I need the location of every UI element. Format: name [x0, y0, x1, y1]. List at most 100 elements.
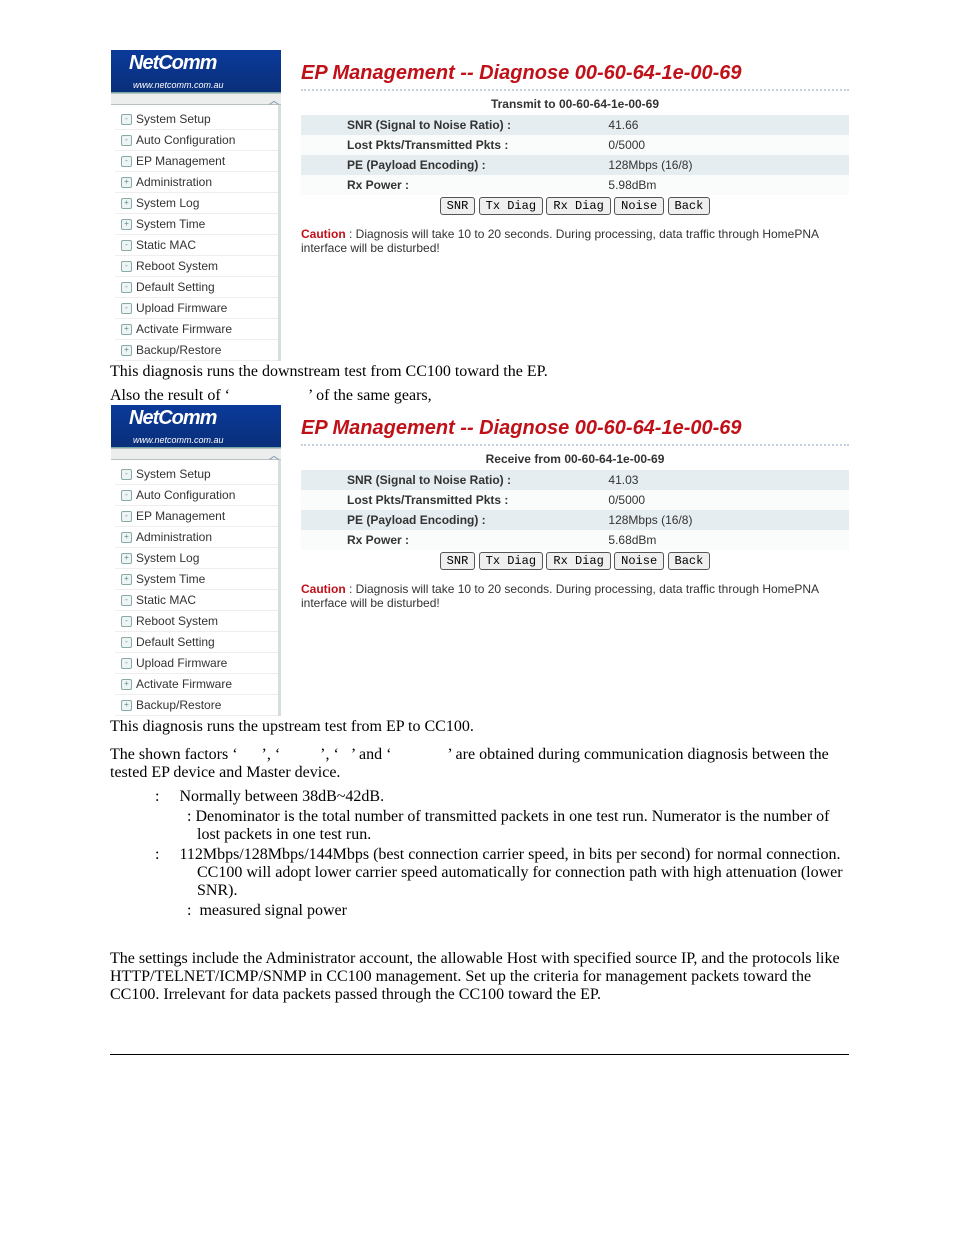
sidebar-item-ep-management[interactable]: -EP Management: [115, 506, 278, 527]
bullet-icon: -: [121, 240, 132, 251]
bullet-icon: -: [121, 114, 132, 125]
stat-key: Lost Pkts/Transmitted Pkts :: [301, 135, 602, 155]
sidebar-item-label: Default Setting: [136, 280, 215, 294]
snr-button[interactable]: SNR: [440, 552, 476, 570]
table-row: PE (Payload Encoding) :128Mbps (16/8): [301, 510, 849, 530]
sidebar-item-label: System Log: [136, 196, 199, 210]
noise-button[interactable]: Noise: [614, 197, 664, 215]
sidebar-item-administration[interactable]: + Administration: [115, 172, 278, 193]
stats-table: SNR (Signal to Noise Ratio) :41.03Lost P…: [301, 470, 849, 550]
bullet-icon: -: [121, 490, 132, 501]
sidebar-item-reboot-system[interactable]: -Reboot System: [115, 611, 278, 632]
desc-upstream: This diagnosis runs the upstream test fr…: [110, 718, 849, 736]
sidebar-item-label: Upload Firmware: [136, 656, 227, 670]
sidebar-item-system-log[interactable]: + System Log: [115, 548, 278, 569]
sidebar-item-system-setup[interactable]: -System Setup: [115, 109, 278, 130]
def-rxpower: : measured signal power: [155, 902, 849, 920]
sidebar-item-label: Auto Configuration: [136, 133, 235, 147]
bullet-icon: +: [121, 679, 132, 690]
sidebar-item-label: Upload Firmware: [136, 301, 227, 315]
stat-key: Rx Power :: [301, 175, 602, 195]
sidebar-item-backup-restore[interactable]: +Backup/Restore: [115, 695, 278, 716]
table-row: Rx Power :5.68dBm: [301, 530, 849, 550]
table-row: Rx Power :5.98dBm: [301, 175, 849, 195]
def-snr: : Normally between 38dB~42dB.: [155, 788, 849, 806]
table-row: Lost Pkts/Transmitted Pkts :0/5000: [301, 490, 849, 510]
noise-button[interactable]: Noise: [614, 552, 664, 570]
table-title: Transmit to 00-60-64-1e-00-69: [301, 97, 849, 111]
sidebar-item-upload-firmware[interactable]: -Upload Firmware: [115, 298, 278, 319]
sidebar-scroll[interactable]: ︿: [111, 448, 281, 460]
caution-label: Caution: [301, 582, 346, 596]
bullet-icon: -: [121, 637, 132, 648]
stat-key: Lost Pkts/Transmitted Pkts :: [301, 490, 602, 510]
sidebar-item-upload-firmware[interactable]: -Upload Firmware: [115, 653, 278, 674]
sidebar-item-system-time[interactable]: +System Time: [115, 569, 278, 590]
caution-note: Caution : Diagnosis will take 10 to 20 s…: [301, 227, 849, 255]
stat-value: 5.68dBm: [602, 530, 849, 550]
back-button[interactable]: Back: [668, 197, 711, 215]
sidebar-item-system-setup[interactable]: -System Setup: [115, 464, 278, 485]
caution-note: Caution : Diagnosis will take 10 to 20 s…: [301, 582, 849, 610]
sidebar-item-static-mac[interactable]: -Static MAC: [115, 590, 278, 611]
brand-logo: NetComm www.netcomm.com.au: [111, 50, 281, 93]
sidebar-item-label: Administration: [136, 530, 212, 544]
page-title: EP Management -- Diagnose 00-60-64-1e-00…: [301, 62, 849, 91]
sidebar-item-label: Backup/Restore: [136, 698, 221, 712]
rxdiag-button[interactable]: Rx Diag: [546, 552, 610, 570]
sidebar-item-auto-configuration[interactable]: -Auto Configuration: [115, 130, 278, 151]
sidebar-item-label: Reboot System: [136, 614, 218, 628]
factors-intro: The shown factors ‘ ’, ‘ ’, ‘ ’ and ‘ ’ …: [110, 746, 849, 782]
sidebar-item-label: System Log: [136, 551, 199, 565]
sidebar-item-reboot-system[interactable]: -Reboot System: [115, 256, 278, 277]
bullet-icon: +: [121, 345, 132, 356]
brand-url: www.netcomm.com.au: [133, 80, 224, 90]
sidebar-item-activate-firmware[interactable]: +Activate Firmware: [115, 674, 278, 695]
stat-key: SNR (Signal to Noise Ratio) :: [301, 470, 602, 490]
rxdiag-button[interactable]: Rx Diag: [546, 197, 610, 215]
def-pe: : 112Mbps/128Mbps/144Mbps (best connecti…: [155, 846, 849, 900]
def-lostpkts: : Denominator is the total number of tra…: [155, 808, 849, 844]
stat-key: SNR (Signal to Noise Ratio) :: [301, 115, 602, 135]
sidebar-item-label: Auto Configuration: [136, 488, 235, 502]
bullet-icon: -: [121, 616, 132, 627]
sidebar-item-default-setting[interactable]: -Default Setting: [115, 632, 278, 653]
snr-button[interactable]: SNR: [440, 197, 476, 215]
bullet-icon: +: [121, 553, 132, 564]
sidebar-item-auto-configuration[interactable]: -Auto Configuration: [115, 485, 278, 506]
bullet-icon: -: [121, 303, 132, 314]
sidebar-item-backup-restore[interactable]: + Backup/Restore: [115, 340, 278, 361]
bullet-icon: -: [121, 511, 132, 522]
sidebar-item-label: Backup/Restore: [136, 343, 221, 357]
sidebar-item-system-log[interactable]: +System Log: [115, 193, 278, 214]
sidebar-item-label: System Time: [136, 217, 205, 231]
sidebar-item-ep-management[interactable]: -EP Management: [115, 151, 278, 172]
sidebar-item-label: System Time: [136, 572, 205, 586]
bullet-icon: -: [121, 469, 132, 480]
administration-paragraph: The settings include the Administrator a…: [110, 950, 849, 1004]
sidebar-item-label: Administration: [136, 175, 212, 189]
txdiag-button[interactable]: Tx Diag: [479, 552, 543, 570]
chevron-up-icon: ︿: [269, 447, 279, 462]
stats-table: SNR (Signal to Noise Ratio) :41.66Lost P…: [301, 115, 849, 195]
sidebar-item-default-setting[interactable]: -Default Setting: [115, 277, 278, 298]
bullet-icon: +: [121, 177, 132, 188]
sidebar-item-label: EP Management: [136, 154, 225, 168]
bullet-icon: -: [121, 595, 132, 606]
sidebar-item-label: Activate Firmware: [136, 322, 232, 336]
stat-key: Rx Power :: [301, 530, 602, 550]
bullet-icon: -: [121, 282, 132, 293]
sidebar-item-activate-firmware[interactable]: +Activate Firmware: [115, 319, 278, 340]
footer-rule: [110, 1054, 849, 1055]
sidebar-item-system-time[interactable]: +System Time: [115, 214, 278, 235]
txdiag-button[interactable]: Tx Diag: [479, 197, 543, 215]
table-row: SNR (Signal to Noise Ratio) :41.66: [301, 115, 849, 135]
back-button[interactable]: Back: [668, 552, 711, 570]
brand-name: NetComm: [129, 52, 216, 75]
table-title: Receive from 00-60-64-1e-00-69: [301, 452, 849, 466]
sidebar-item-administration[interactable]: +Administration: [115, 527, 278, 548]
brand-name: NetComm: [129, 407, 216, 430]
sidebar-scroll[interactable]: ︿: [111, 93, 281, 105]
factor-definitions: : Normally between 38dB~42dB. : Denomina…: [155, 788, 849, 920]
sidebar-item-static-mac[interactable]: -Static MAC: [115, 235, 278, 256]
